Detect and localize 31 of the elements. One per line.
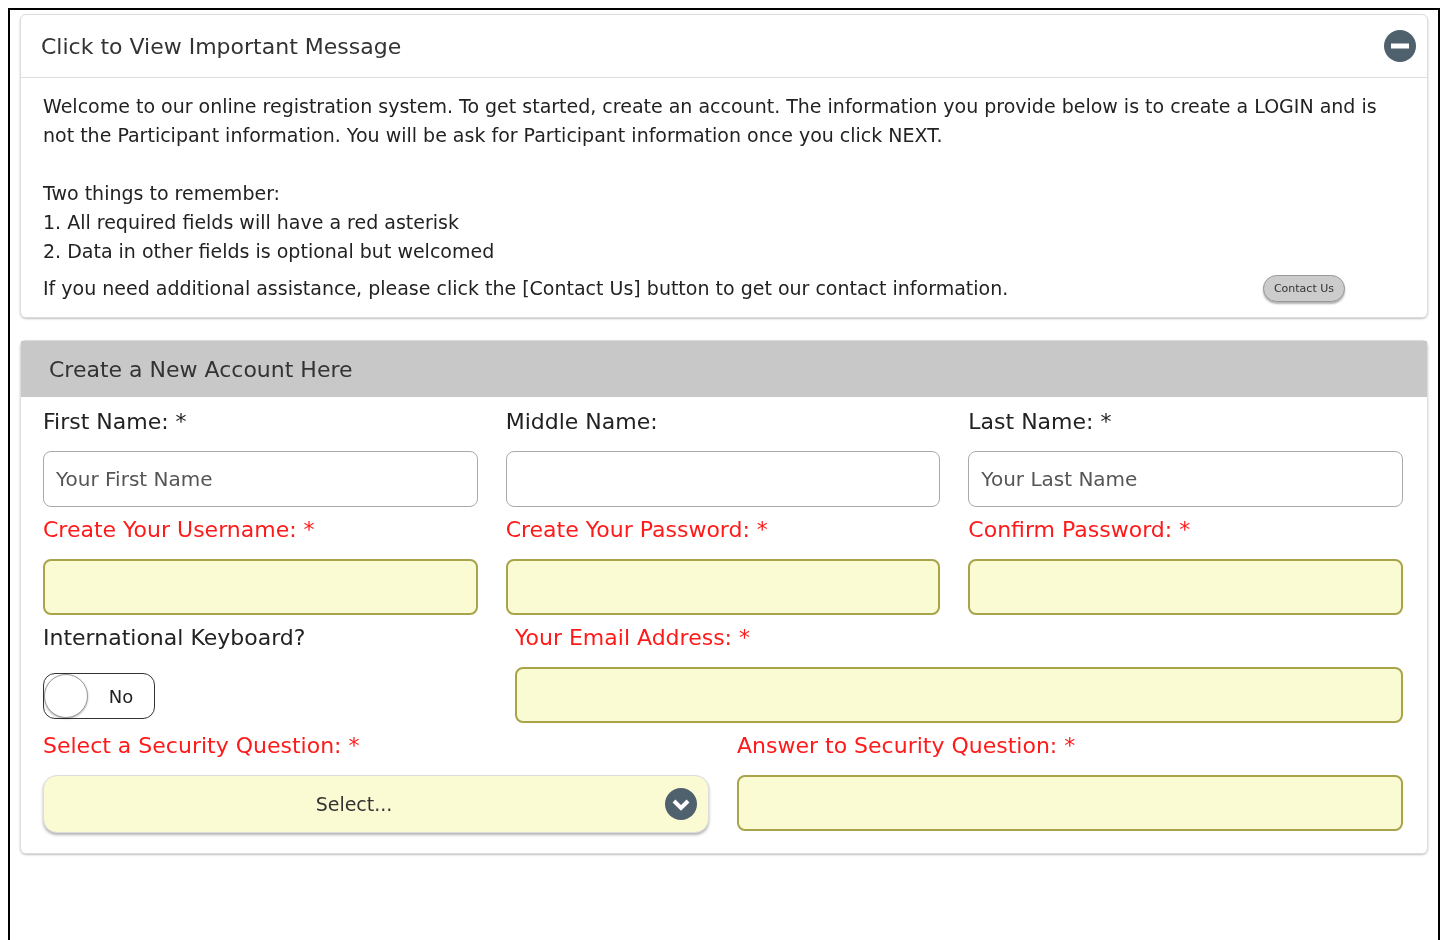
list-title: Two things to remember: — [43, 181, 281, 206]
text-field[interactable] — [505, 559, 941, 615]
form-title: Create a New Account Here — [49, 356, 353, 382]
toggle-switch[interactable]: No — [43, 673, 155, 719]
text-field[interactable] — [737, 775, 1403, 831]
panel-header[interactable]: Click to View Important Message — [21, 15, 1427, 78]
field-label: Middle Name: — [505, 409, 659, 436]
help-text: If you need additional assistance, please click the [Contact Us] button to get our contact information. — [43, 276, 1009, 301]
chevron-down-icon — [664, 787, 698, 821]
text-field[interactable] — [515, 667, 1403, 723]
list-item: 1. All required fields will have a red asterisk — [43, 210, 460, 235]
intro-text: Welcome to our online registration system. To get started, create an account. The information you provide below is to create a LOGIN and is not the Participant information. You will be ask for Participant information once you click NEXT. — [43, 94, 1378, 148]
text-field[interactable] — [505, 451, 941, 507]
text-field[interactable] — [968, 559, 1403, 615]
field-label: Last Name: * — [968, 409, 1113, 436]
field-label: Create Your Password: * — [505, 517, 769, 544]
panel-title: Click to View Important Message — [41, 33, 402, 59]
list-item: 2. Data in other fields is optional but welcomed — [43, 239, 496, 264]
collapse-icon[interactable] — [1383, 29, 1417, 63]
field-label: Confirm Password: * — [968, 517, 1192, 544]
text-field[interactable]: Your Last Name — [968, 451, 1403, 507]
contact-button[interactable]: Contact Us — [1262, 275, 1345, 302]
field-label: Create Your Username: * — [43, 517, 316, 544]
select-dropdown[interactable]: Select... — [43, 775, 709, 833]
text-field[interactable] — [43, 559, 478, 615]
field-label: Your Email Address: * — [515, 625, 751, 652]
field-label: Select a Security Question: * — [43, 733, 361, 760]
field-label: Answer to Security Question: * — [737, 733, 1077, 760]
field-label: First Name: * — [43, 409, 188, 436]
field-label: International Keyboard? — [43, 625, 307, 652]
text-field[interactable]: Your First Name — [43, 451, 478, 507]
